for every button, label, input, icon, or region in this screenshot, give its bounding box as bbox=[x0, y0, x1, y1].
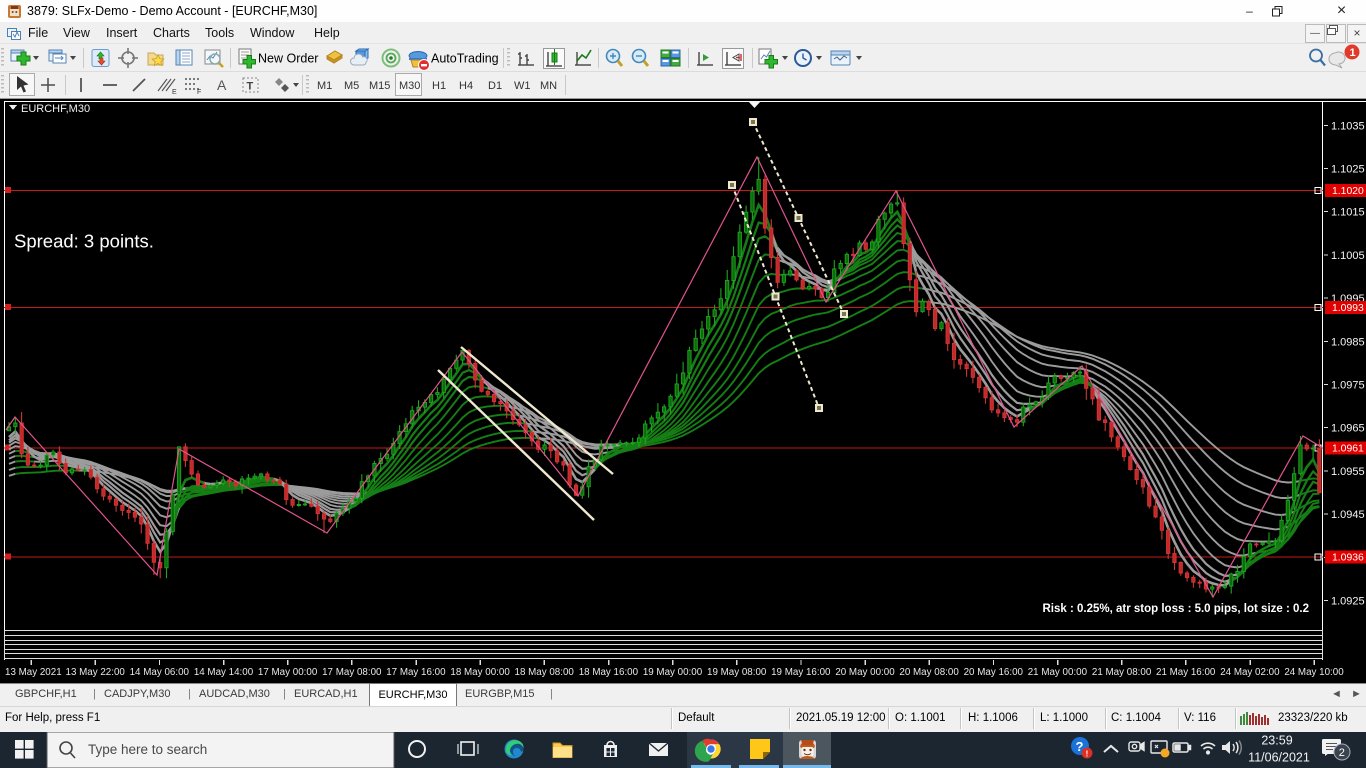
svg-text:E: E bbox=[172, 89, 177, 96]
svg-text:Risk : 0.25%, atr stop loss :: Risk : 0.25%, atr stop loss : 5.0 pips, … bbox=[1042, 603, 1309, 615]
svg-text:17 May 08:00: 17 May 08:00 bbox=[322, 667, 382, 678]
svg-text:!: ! bbox=[1086, 750, 1089, 759]
svg-text:AutoTrading: AutoTrading bbox=[431, 52, 499, 66]
svg-text:T: T bbox=[247, 81, 254, 93]
svg-text:1: 1 bbox=[1350, 47, 1356, 59]
svg-text:20 May 16:00: 20 May 16:00 bbox=[964, 667, 1024, 678]
svg-text:1.1005: 1.1005 bbox=[1331, 250, 1365, 262]
svg-text:1.0961: 1.0961 bbox=[1332, 444, 1364, 455]
svg-text:17 May 00:00: 17 May 00:00 bbox=[258, 667, 318, 678]
svg-text:D1: D1 bbox=[488, 80, 502, 92]
svg-text:1.1025: 1.1025 bbox=[1331, 164, 1365, 176]
svg-text:14 May 06:00: 14 May 06:00 bbox=[130, 667, 190, 678]
svg-text:19 May 08:00: 19 May 08:00 bbox=[707, 667, 767, 678]
svg-text:M5: M5 bbox=[344, 80, 359, 92]
svg-text:W1: W1 bbox=[514, 80, 531, 92]
svg-text:13 May 2021: 13 May 2021 bbox=[5, 667, 62, 678]
svg-text:1.0975: 1.0975 bbox=[1331, 380, 1365, 392]
svg-text:14 May 14:00: 14 May 14:00 bbox=[194, 667, 254, 678]
svg-text:1.0925: 1.0925 bbox=[1331, 596, 1365, 608]
svg-text:F: F bbox=[197, 89, 201, 96]
svg-text:20 May 08:00: 20 May 08:00 bbox=[899, 667, 959, 678]
svg-text:M1: M1 bbox=[317, 80, 332, 92]
svg-text:18 May 08:00: 18 May 08:00 bbox=[515, 667, 575, 678]
svg-text:18 May 00:00: 18 May 00:00 bbox=[450, 667, 510, 678]
svg-text:1.0993: 1.0993 bbox=[1332, 303, 1364, 314]
svg-text:M15: M15 bbox=[369, 80, 390, 92]
svg-text:18 May 16:00: 18 May 16:00 bbox=[579, 667, 639, 678]
svg-text:21 May 16:00: 21 May 16:00 bbox=[1156, 667, 1216, 678]
svg-text:Type here to search: Type here to search bbox=[88, 742, 207, 757]
svg-text:11/06/2021: 11/06/2021 bbox=[1248, 751, 1310, 765]
svg-text:MN: MN bbox=[540, 80, 557, 92]
svg-text:13 May 22:00: 13 May 22:00 bbox=[66, 667, 126, 678]
svg-text:17 May 16:00: 17 May 16:00 bbox=[386, 667, 446, 678]
svg-text:Spread: 3 points.: Spread: 3 points. bbox=[14, 231, 154, 252]
svg-text:21 May 00:00: 21 May 00:00 bbox=[1028, 667, 1088, 678]
svg-text:2: 2 bbox=[1339, 747, 1345, 759]
svg-text:19 May 16:00: 19 May 16:00 bbox=[771, 667, 831, 678]
svg-text:21 May 08:00: 21 May 08:00 bbox=[1092, 667, 1152, 678]
svg-text:1.0985: 1.0985 bbox=[1331, 336, 1365, 348]
svg-text:A: A bbox=[217, 77, 227, 93]
svg-text:M30: M30 bbox=[399, 80, 420, 92]
svg-text:1.0955: 1.0955 bbox=[1331, 466, 1365, 478]
svg-text:24 May 10:00: 24 May 10:00 bbox=[1284, 667, 1344, 678]
svg-text:H1: H1 bbox=[432, 80, 446, 92]
svg-text:EURCHF,M30: EURCHF,M30 bbox=[21, 103, 90, 115]
svg-text:1.1035: 1.1035 bbox=[1331, 120, 1365, 132]
svg-text:1.1020: 1.1020 bbox=[1332, 186, 1364, 197]
svg-text:1.0965: 1.0965 bbox=[1331, 423, 1365, 435]
svg-text:20 May 00:00: 20 May 00:00 bbox=[835, 667, 895, 678]
svg-text:1.0936: 1.0936 bbox=[1332, 553, 1364, 564]
svg-text:23:59: 23:59 bbox=[1261, 734, 1292, 748]
svg-text:H4: H4 bbox=[459, 80, 473, 92]
svg-text:24 May 02:00: 24 May 02:00 bbox=[1220, 667, 1280, 678]
svg-text:1.1015: 1.1015 bbox=[1331, 207, 1365, 219]
svg-text:1.0945: 1.0945 bbox=[1331, 509, 1365, 521]
svg-text:19 May 00:00: 19 May 00:00 bbox=[643, 667, 703, 678]
svg-text:New Order: New Order bbox=[258, 52, 318, 66]
